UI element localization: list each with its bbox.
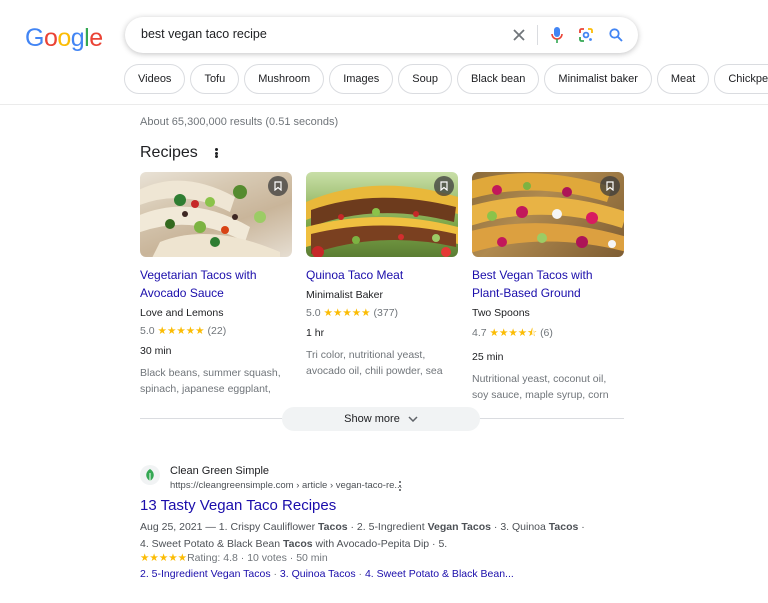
recipe-time-3: 25 min [472,351,504,363]
result-snippet: Aug 25, 2021 — 1. Crispy Cauliflower Tac… [140,519,610,552]
chip-chickpeas[interactable]: Chickpeas [714,64,768,94]
snippet-text: · [578,521,585,533]
recipes-heading: Recipes [140,144,198,161]
sitelink-separator: · [355,568,365,580]
recipe-image-2[interactable] [306,172,458,257]
recipe-time-1: 30 min [140,345,172,357]
recipe-image-3[interactable] [472,172,624,257]
recipe-title-2[interactable]: Quinoa Taco Meat [306,266,458,284]
recipe-title-line1[interactable]: Best Vegan Tacos with [472,268,593,282]
chip-videos[interactable]: Videos [124,64,186,94]
ingredients-line2: avocado oil, chili powder, sea [306,365,443,377]
bookmark-icon[interactable] [268,176,288,196]
rating-stars: ★★★★⯪ [489,327,538,339]
recipe-rating-2: 5.0 ★★★★★ (377) [306,307,458,319]
snippet-text: · 2. 5-Ingredient [347,521,428,533]
result-url[interactable]: https://cleangreensimple.com › article ›… [170,480,402,491]
google-logo[interactable]: Google [25,24,103,53]
rating-stars: ★★★★★ [323,307,371,319]
filter-chips: Videos Tofu Mushroom Images Soup Black b… [124,64,768,94]
logo-letter-o2: o [57,24,71,52]
more-options-icon[interactable] [212,146,220,160]
ingredients-line2: spinach, japanese eggplant, [140,383,271,395]
result-rating-line: ★★★★★Rating: 4.8 · 10 votes · 50 min [140,552,328,564]
result-more-icon[interactable] [398,481,402,491]
chevron-down-icon [408,416,418,422]
recipe-source-1: Love and Lemons [140,307,224,319]
recipe-source-2: Minimalist Baker [306,289,384,301]
rating-value: 4.7 [472,327,487,339]
chip-tofu[interactable]: Tofu [190,64,240,94]
rating-stars: ★★★★★ [157,325,205,337]
recipe-title-line1[interactable]: Vegetarian Tacos with [140,268,257,282]
result-title-link[interactable]: 13 Tasty Vegan Taco Recipes [140,497,336,514]
sitelink-3[interactable]: 4. Sweet Potato & Black Bean... [365,568,514,580]
logo-letter-g: G [25,24,44,52]
snippet-text: 4. Sweet Potato & Black Bean [140,537,284,550]
logo-letter-g2: g [70,24,85,52]
sitelink-separator: · [270,568,280,580]
snippet-text: Aug 25, 2021 — 1. Crispy Cauliflower [140,521,319,533]
show-more-button[interactable]: Show more [282,407,480,431]
ingredients-line2: soy sauce, maple syrup, corn [472,389,609,401]
rating-count: (22) [207,325,227,337]
ingredients-line1: Nutritional yeast, coconut oil, [472,373,607,385]
rating-count: (6) [540,327,553,339]
recipe-source-3: Two Spoons [472,307,530,319]
chip-mushroom[interactable]: Mushroom [244,64,325,94]
rating-text: Rating: 4.8 · 10 votes · 50 min [187,552,328,564]
search-icon[interactable] [606,25,626,45]
snippet-text: with Avocado-Pepita Dip · 5. [312,537,448,550]
snippet-text: · 3. Quinoa [490,521,549,533]
recipe-title-line2[interactable]: Avocado Sauce [140,286,224,300]
snippet-bold: Vegan Tacos [427,521,491,533]
recipe-time-2: 1 hr [306,327,325,339]
recipe-ingredients-1: Black beans, summer squash, spinach, japa… [140,365,292,397]
recipe-rating-1: 5.0 ★★★★★ (22) [140,325,292,337]
recipe-title-line2[interactable]: Plant-Based Ground [472,286,581,300]
site-favicon[interactable] [140,465,160,485]
lens-icon[interactable] [576,25,596,45]
rating-value: 5.0 [306,307,321,319]
sitelink-2[interactable]: 3. Quinoa Tacos [280,568,356,580]
recipe-ingredients-3: Nutritional yeast, coconut oil, soy sauce… [472,371,624,403]
ingredients-line1: Black beans, summer squash, [140,367,281,379]
rating-stars: ★★★★★ [140,552,188,564]
search-box[interactable]: best vegan taco recipe [125,17,638,53]
result-stats: About 65,300,000 results (0.51 seconds) [140,116,339,128]
recipe-title-line1[interactable]: Quinoa Taco Meat [306,268,403,282]
clear-icon[interactable] [509,25,529,45]
chip-black-bean[interactable]: Black bean [456,64,540,94]
recipe-rating-3: 4.7 ★★★★⯪ (6) [472,325,624,343]
recipe-ingredients-2: Tri color, nutritional yeast, avocado oil… [306,347,458,379]
logo-letter-o1: o [43,24,58,52]
recipe-title-1[interactable]: Vegetarian Tacos with Avocado Sauce [140,266,292,302]
snippet-bold: Tacos [283,537,313,550]
snippet-bold: Tacos [318,521,348,533]
result-sitelinks: 2. 5-Ingredient Vegan Tacos · 3. Quinoa … [140,568,514,580]
search-divider [537,25,538,45]
chip-images[interactable]: Images [329,64,394,94]
site-name[interactable]: Clean Green Simple [170,465,269,477]
search-input[interactable]: best vegan taco recipe [141,27,267,41]
recipe-card-3[interactable]: Best Vegan Tacos with Plant-Based Ground … [472,172,624,403]
chip-meat[interactable]: Meat [656,64,710,94]
bookmark-icon[interactable] [600,176,620,196]
microphone-icon[interactable] [547,25,567,45]
chip-minimalist-baker[interactable]: Minimalist baker [544,64,652,94]
chip-soup[interactable]: Soup [398,64,452,94]
recipe-card-1[interactable]: Vegetarian Tacos with Avocado Sauce Love … [140,172,292,397]
recipe-title-3[interactable]: Best Vegan Tacos with Plant-Based Ground [472,266,624,302]
snippet-bold: Tacos [548,521,579,533]
recipe-card-2[interactable]: Quinoa Taco Meat Minimalist Baker 5.0 ★★… [306,172,458,379]
bookmark-icon[interactable] [434,176,454,196]
header-divider [0,104,768,105]
show-more-label: Show more [344,413,400,425]
recipe-image-1[interactable] [140,172,292,257]
rating-count: (377) [373,307,399,319]
rating-value: 5.0 [140,325,155,337]
sitelink-1[interactable]: 2. 5-Ingredient Vegan Tacos [140,568,271,580]
logo-letter-e: e [89,24,103,52]
ingredients-line1: Tri color, nutritional yeast, [306,349,426,361]
